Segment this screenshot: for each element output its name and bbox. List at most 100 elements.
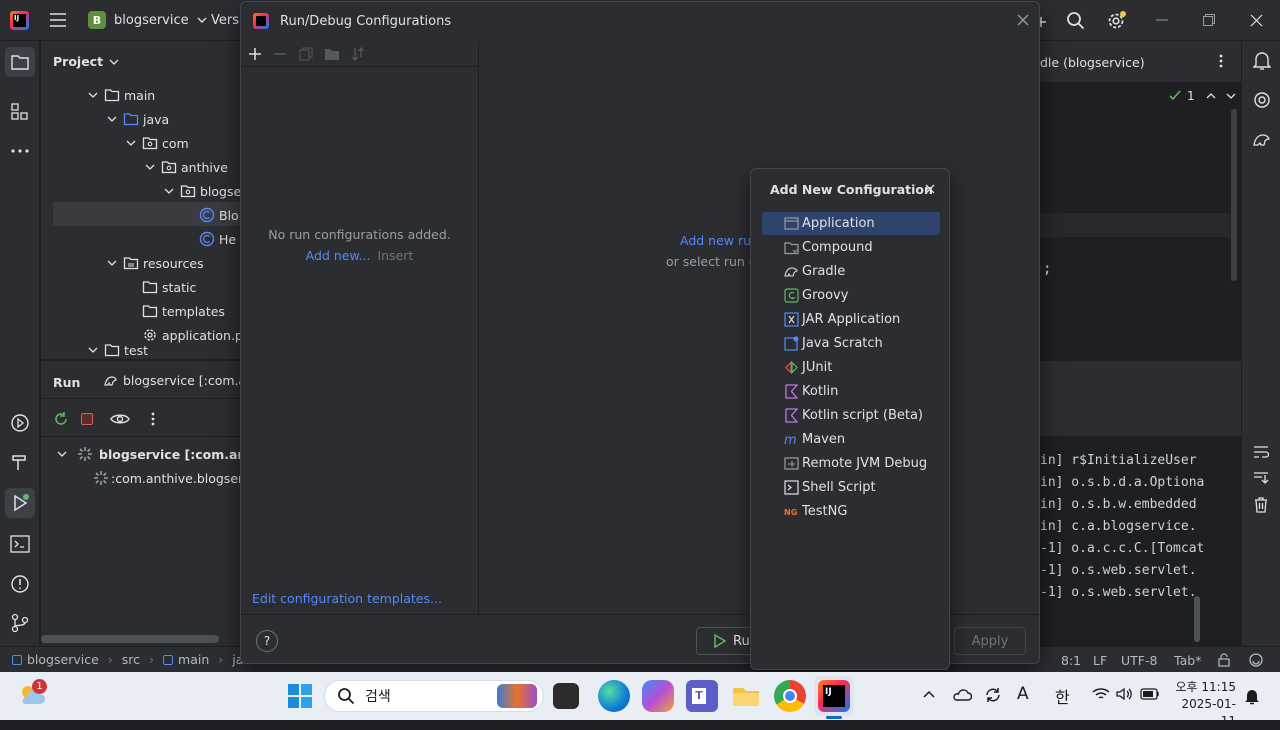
- add-new-run-link[interactable]: Add new run: [680, 233, 759, 248]
- add-configuration-icon[interactable]: [248, 47, 262, 61]
- config-type-java-scratch[interactable]: Java Scratch: [762, 332, 940, 355]
- help-button[interactable]: ?: [256, 630, 278, 652]
- terminal-tool-icon[interactable]: [10, 535, 30, 553]
- intellij-taskbar-icon[interactable]: IJ: [818, 680, 850, 712]
- move-to-folder-icon[interactable]: [324, 47, 340, 61]
- windows-start-icon[interactable]: [288, 684, 312, 708]
- config-type-gradle[interactable]: Gradle: [762, 260, 940, 283]
- ime-language[interactable]: 한: [1055, 684, 1070, 708]
- onedrive-cloud-icon[interactable]: [952, 687, 972, 703]
- breadcrumb-item[interactable]: blogservice: [27, 652, 99, 667]
- chevron-up-icon[interactable]: [922, 689, 936, 699]
- editor-scrollbar[interactable]: [1231, 109, 1237, 281]
- breadcrumb-item[interactable]: main: [178, 652, 209, 667]
- console-scrollbar[interactable]: [1194, 596, 1200, 642]
- more-options-icon[interactable]: [151, 412, 155, 426]
- close-popup-icon[interactable]: [925, 184, 935, 194]
- line-separator[interactable]: LF: [1093, 653, 1107, 668]
- copy-configuration-icon[interactable]: [299, 47, 313, 61]
- config-type-groovy[interactable]: Groovy: [762, 284, 940, 307]
- ime-mode-a[interactable]: A: [1017, 684, 1029, 704]
- config-type-junit[interactable]: JUnit: [762, 356, 940, 379]
- config-type-shell-script[interactable]: Shell Script: [762, 476, 940, 499]
- ai-assistant-icon[interactable]: [1253, 91, 1271, 109]
- clear-trash-icon[interactable]: [1254, 497, 1268, 513]
- copilot-icon[interactable]: [642, 680, 674, 712]
- file-explorer-icon[interactable]: [730, 680, 762, 712]
- code-with-me-icon[interactable]: [1248, 652, 1264, 668]
- more-tabs-icon[interactable]: [1219, 54, 1223, 68]
- chrome-browser-icon[interactable]: [774, 680, 806, 712]
- config-type-testng[interactable]: NG TestNG: [762, 500, 940, 523]
- tree-item-resources[interactable]: resources: [105, 251, 204, 275]
- notification-bell-icon[interactable]: [1244, 687, 1260, 705]
- tree-item-anthive[interactable]: anthive: [143, 155, 228, 179]
- restore-icon[interactable]: [1203, 14, 1215, 26]
- wifi-icon[interactable]: [1092, 687, 1110, 701]
- main-menu-icon[interactable]: [49, 12, 67, 28]
- chevron-down-icon[interactable]: [1225, 90, 1237, 102]
- close-window-icon[interactable]: [1250, 14, 1263, 27]
- close-dialog-icon[interactable]: [1017, 14, 1029, 26]
- config-type-application[interactable]: Application: [762, 212, 940, 235]
- remove-configuration-icon[interactable]: [273, 53, 287, 55]
- run-tool-icon[interactable]: [5, 488, 35, 518]
- sync-icon[interactable]: [984, 686, 1002, 704]
- run-panel-title[interactable]: Run: [53, 375, 80, 390]
- inspection-status[interactable]: 1: [1168, 89, 1237, 103]
- config-type-jar-application[interactable]: JAR Application: [762, 308, 940, 331]
- task-view-icon[interactable]: [553, 683, 579, 709]
- project-tool-folder-icon[interactable]: [5, 47, 35, 77]
- git-tool-icon[interactable]: [11, 613, 29, 633]
- clock[interactable]: 오후 11:15 2025-01-11: [1172, 679, 1236, 730]
- config-type-remote-jvm-debug[interactable]: Remote JVM Debug: [762, 452, 940, 475]
- horizontal-scrollbar[interactable]: [41, 635, 219, 643]
- tree-item-templates[interactable]: templates: [142, 299, 225, 323]
- chevron-up-icon[interactable]: [1205, 90, 1217, 102]
- intellij-logo-icon[interactable]: IJ: [10, 11, 29, 30]
- config-type-kotlin[interactable]: Kotlin: [762, 380, 940, 403]
- soft-wrap-icon[interactable]: [1253, 445, 1269, 459]
- sort-configurations-icon[interactable]: [351, 47, 365, 61]
- weather-icon[interactable]: 1: [18, 679, 47, 708]
- search-icon[interactable]: [1066, 11, 1086, 31]
- editor-tab[interactable]: dle (blogservice): [1040, 55, 1145, 70]
- minimize-icon[interactable]: [1156, 19, 1168, 21]
- add-new-link[interactable]: Add new...: [306, 248, 371, 263]
- tree-item-application-pr[interactable]: application.pr: [142, 323, 248, 347]
- stop-icon[interactable]: [81, 413, 93, 425]
- config-type-compound[interactable]: Compound: [762, 236, 940, 259]
- project-selector[interactable]: B blogservice: [88, 11, 209, 29]
- read-only-lock-icon[interactable]: [1217, 653, 1231, 667]
- tree-item-main[interactable]: main: [86, 83, 155, 107]
- project-panel-header[interactable]: Project: [53, 54, 120, 69]
- edit-configuration-templates-link[interactable]: Edit configuration templates...: [252, 591, 442, 606]
- config-type-maven[interactable]: m Maven: [762, 428, 940, 451]
- more-tools-icon[interactable]: [11, 149, 29, 153]
- scroll-to-end-icon[interactable]: [1253, 471, 1269, 485]
- tree-item-blogse[interactable]: blogse: [162, 179, 241, 203]
- tree-item-he[interactable]: He: [199, 227, 236, 251]
- taskbar-search-box[interactable]: 검색: [324, 680, 544, 712]
- tree-item-static[interactable]: static: [142, 275, 196, 299]
- volume-icon[interactable]: [1116, 687, 1134, 701]
- teams-icon[interactable]: T: [686, 680, 718, 712]
- battery-icon[interactable]: [1140, 688, 1160, 700]
- tree-item-blo[interactable]: Blo: [199, 203, 239, 227]
- tree-item-com[interactable]: com: [124, 131, 189, 155]
- build-hammer-icon[interactable]: [11, 453, 29, 471]
- problems-tool-icon[interactable]: [10, 574, 30, 594]
- breadcrumb-item[interactable]: src: [122, 652, 140, 667]
- indent-setting[interactable]: Tab*: [1174, 653, 1201, 668]
- apply-button[interactable]: Apply: [954, 627, 1026, 655]
- tree-item-test[interactable]: test: [86, 343, 148, 357]
- rerun-icon[interactable]: [53, 411, 69, 427]
- config-type-kotlin-script--beta-[interactable]: Kotlin script (Beta): [762, 404, 940, 427]
- notifications-bell-icon[interactable]: [1253, 51, 1271, 71]
- settings-gear-icon[interactable]: [1106, 10, 1128, 32]
- caret-position[interactable]: 8:1: [1061, 653, 1081, 668]
- edge-browser-icon[interactable]: [598, 680, 630, 712]
- view-eye-icon[interactable]: [110, 411, 130, 427]
- vcs-menu[interactable]: Versi: [211, 13, 243, 28]
- file-encoding[interactable]: UTF-8: [1121, 653, 1157, 668]
